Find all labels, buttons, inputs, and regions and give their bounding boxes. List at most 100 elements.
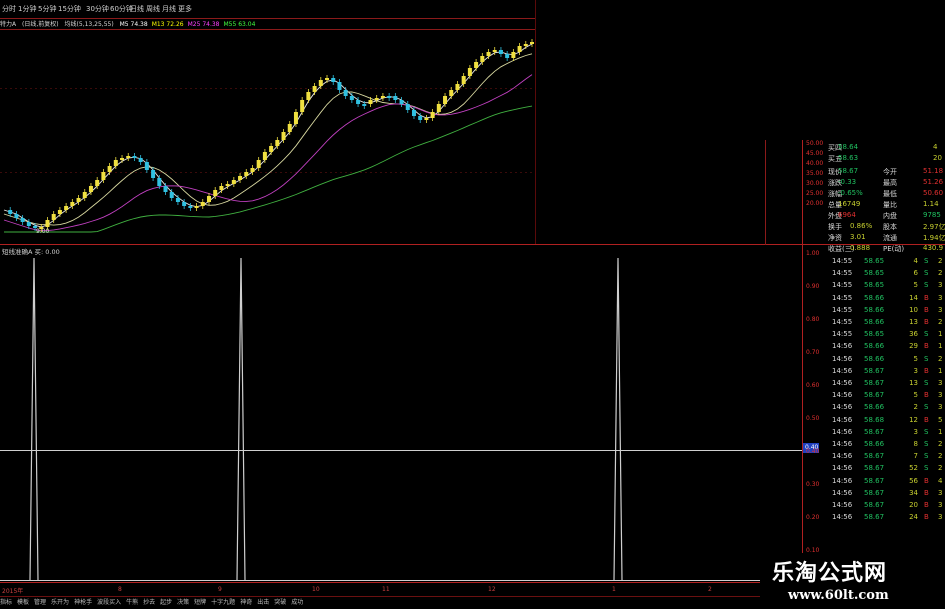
indicator-tab-6[interactable]: 牛熊 <box>126 599 138 606</box>
indicator-tab-14[interactable]: 突破 <box>274 599 286 606</box>
ma-value-m13: M13 72.26 <box>151 21 184 28</box>
indicator-tab-8[interactable]: 起步 <box>160 599 172 606</box>
candle-body <box>113 160 118 166</box>
tick-count: 3 <box>938 513 943 522</box>
low-price-label: 9.00 <box>36 228 50 235</box>
order-volume: 20 <box>933 154 942 162</box>
date-tick: 11 <box>382 586 390 593</box>
stat-label: 今开 <box>883 168 897 176</box>
period-tab-4[interactable]: 30分钟 <box>86 4 109 14</box>
candle-body <box>132 156 137 158</box>
tick-count: 2 <box>938 257 943 265</box>
price-tick: 50.00 <box>806 140 824 147</box>
tick-side: S <box>924 379 929 387</box>
period-tab-1[interactable]: 1分钟 <box>18 4 36 14</box>
tick-time: 14:56 <box>832 501 853 509</box>
indicator-tab-1[interactable]: 模板 <box>17 599 29 606</box>
tick-price: 58.67 <box>864 513 885 522</box>
ma-line <box>3 43 533 228</box>
tick-side: S <box>924 354 929 363</box>
tick-count: 2 <box>938 452 943 461</box>
tick-volume: 36 <box>909 330 918 339</box>
indicator-tab-10[interactable]: 短牌 <box>194 599 206 606</box>
tick-price: 58.67 <box>864 464 885 473</box>
date-tick: 2015年 <box>2 588 24 595</box>
indicator-tick: 0.70 <box>806 349 820 356</box>
date-tick: 1 <box>612 586 616 593</box>
indicator-tab-11[interactable]: 十字九题 <box>211 599 235 606</box>
candle-body <box>64 206 69 210</box>
buy-signal-spike <box>236 257 246 581</box>
tick-time: 14:55 <box>832 269 853 278</box>
tick-count: 1 <box>938 427 943 436</box>
candle-body <box>281 132 286 140</box>
indicator-tab-13[interactable]: 出击 <box>257 599 269 606</box>
tick-price: 58.67 <box>864 452 885 461</box>
candle-body <box>151 170 156 178</box>
indicator-tab-4[interactable]: 神枪手 <box>74 599 92 606</box>
tick-price: 58.67 <box>864 391 885 400</box>
candle-body <box>467 68 472 76</box>
tick-volume: 10 <box>909 305 918 314</box>
price-tick: 20.00 <box>806 200 824 207</box>
tick-side: S <box>924 440 929 448</box>
candle-body <box>225 184 230 186</box>
candle-body <box>486 52 491 56</box>
tick-side: B <box>924 476 929 485</box>
tick-price: 58.65 <box>864 330 885 339</box>
period-tab-6[interactable]: 日线 <box>130 4 144 14</box>
stat-value: 51.18 <box>923 167 944 175</box>
stat-label: 流通 <box>883 234 897 242</box>
indicator-tab-5[interactable]: 波段买入 <box>97 599 121 606</box>
indicator-tab-0[interactable]: 指标 <box>0 599 12 606</box>
candle-body <box>51 214 56 220</box>
candle-body <box>498 50 503 54</box>
indicator-tab-3[interactable]: 乐开为 <box>51 599 69 606</box>
indicator-tick: 0.50 <box>806 415 820 422</box>
price-tick: 40.00 <box>806 160 824 167</box>
tick-side: B <box>924 415 929 424</box>
period-tab-8[interactable]: 月线 <box>162 4 176 14</box>
candle-body <box>20 218 25 222</box>
candle-body <box>163 186 168 192</box>
candle-body <box>523 44 528 46</box>
price-tick: 25.00 <box>806 190 824 197</box>
tick-time: 14:55 <box>832 281 853 290</box>
stat-value: 50.60 <box>923 189 944 197</box>
ma-value-m5: M5 74.38 <box>119 21 148 28</box>
candle-body <box>349 96 354 100</box>
period-tab-3[interactable]: 15分钟 <box>58 4 81 14</box>
indicator-tab-12[interactable]: 神奇 <box>240 599 252 606</box>
candle-body <box>380 96 385 98</box>
ma-legend: 特力A (日线,前复权) 均线(5,13,25,55) M5 74.38 M13 … <box>0 19 535 29</box>
tick-time: 14:56 <box>832 513 853 522</box>
indicator-tick: 0.80 <box>806 316 820 323</box>
candle-body <box>306 92 311 100</box>
candle-body <box>120 158 125 160</box>
indicator-tab-7[interactable]: 抄去 <box>143 599 155 606</box>
tick-side: S <box>924 257 929 265</box>
period-tab-0[interactable]: 分时 <box>2 4 16 14</box>
ma-value-m55: M55 63.04 <box>223 21 256 28</box>
candle-body <box>436 104 441 112</box>
candle-body <box>231 180 236 184</box>
tick-side: S <box>924 403 929 412</box>
candle-body <box>480 56 485 62</box>
stat-value: 51.26 <box>923 178 944 186</box>
date-tick: 2 <box>708 586 712 593</box>
tick-volume: 4 <box>913 257 918 265</box>
indicator-tab-2[interactable]: 管理 <box>34 599 46 606</box>
tick-side: S <box>924 464 929 473</box>
indicator-tab-9[interactable]: 决策 <box>177 599 189 606</box>
tick-volume: 52 <box>909 464 918 473</box>
indicator-tab-15[interactable]: 成功 <box>291 599 303 606</box>
period-tab-2[interactable]: 5分钟 <box>38 4 56 14</box>
indicator-tick: 0.30 <box>806 481 820 488</box>
candle-body <box>144 162 149 170</box>
candle-body <box>244 172 249 176</box>
tick-price: 58.65 <box>864 281 885 290</box>
tick-volume: 5 <box>913 281 918 290</box>
period-tab-9[interactable]: 更多 <box>178 4 192 14</box>
tick-price: 58.66 <box>864 293 885 302</box>
period-tab-7[interactable]: 周线 <box>146 4 160 14</box>
